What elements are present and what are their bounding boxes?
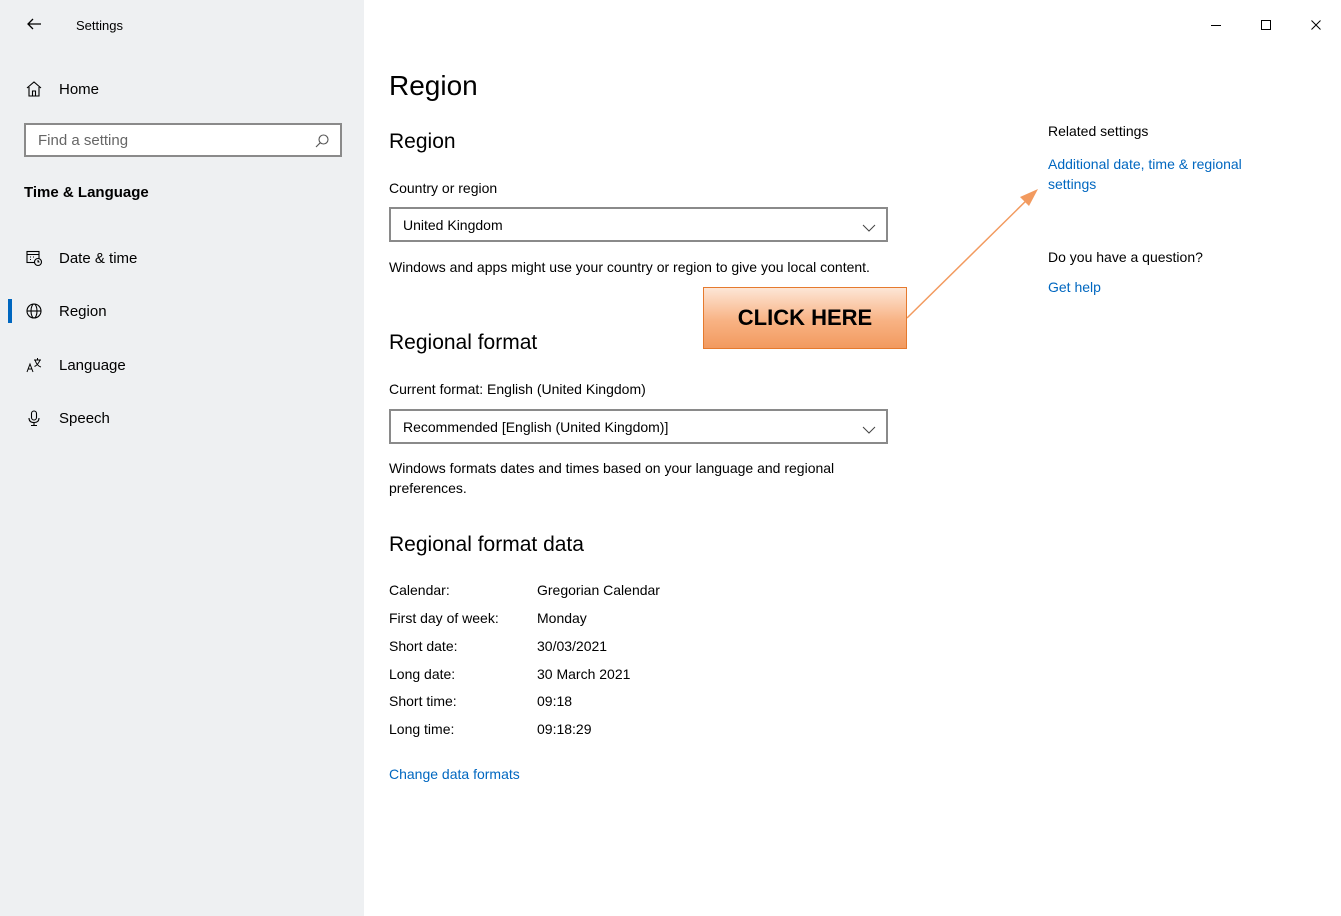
format-data-key: Long date:: [389, 666, 456, 682]
home-icon: [24, 79, 44, 99]
current-format-label: Current format: English (United Kingdom): [389, 381, 646, 397]
format-data-key: Short time:: [389, 693, 457, 709]
change-data-formats-link[interactable]: Change data formats: [389, 766, 520, 782]
get-help-link[interactable]: Get help: [1048, 279, 1308, 295]
format-data-value: 30/03/2021: [537, 638, 608, 654]
sidebar-item-date-time[interactable]: Date & time: [24, 246, 137, 270]
sidebar: Settings Home Find a setting Time & Lang…: [0, 0, 364, 916]
format-data-key: Calendar:: [389, 582, 450, 598]
sidebar-item-language[interactable]: Language: [24, 353, 126, 377]
minimize-icon[interactable]: [1191, 0, 1241, 50]
format-data-value: 09:18: [537, 693, 573, 709]
sidebar-item-label: Language: [59, 356, 126, 374]
search-placeholder: Find a setting: [38, 132, 129, 149]
format-value: Recommended [English (United Kingdom)]: [403, 419, 669, 435]
format-description: Windows formats dates and times based on…: [389, 460, 835, 496]
click-here-callout: CLICK HERE: [703, 287, 907, 349]
annotation-arrow: [906, 189, 1038, 319]
additional-date-time-regional-link[interactable]: Additional date, time & regional setting…: [1048, 154, 1308, 194]
search-input[interactable]: Find a setting: [24, 123, 342, 157]
sidebar-section-title: Time & Language: [24, 184, 149, 201]
format-dropdown[interactable]: Recommended [English (United Kingdom)]: [389, 409, 888, 444]
chevron-down-icon: [862, 220, 876, 232]
window-controls: [1191, 0, 1341, 50]
sidebar-item-label: Date & time: [59, 249, 138, 267]
sidebar-item-label: Home: [59, 80, 100, 98]
format-data-key: First day of week:: [389, 610, 499, 626]
window-title: Settings: [76, 18, 123, 33]
country-value: United Kingdom: [403, 217, 503, 233]
close-icon[interactable]: [1291, 0, 1341, 50]
calendar-clock-icon: [24, 248, 44, 268]
chevron-down-icon: [862, 422, 876, 434]
region-heading: Region: [389, 130, 456, 153]
maximize-icon[interactable]: [1241, 0, 1291, 50]
sidebar-item-home[interactable]: Home: [24, 77, 99, 101]
microphone-icon: [24, 408, 44, 428]
format-data-value: Gregorian Calendar: [537, 582, 660, 598]
country-description: Windows and apps might use your country …: [389, 259, 870, 275]
country-dropdown[interactable]: United Kingdom: [389, 207, 888, 242]
language-icon: [24, 355, 44, 375]
format-data-value: 30 March 2021: [537, 666, 631, 682]
sidebar-item-label: Region: [59, 302, 107, 320]
related-settings-heading: Related settings: [1048, 123, 1149, 139]
format-data-heading: Regional format data: [389, 533, 584, 556]
format-data-key: Short date:: [389, 638, 458, 654]
sidebar-item-label: Speech: [59, 409, 110, 427]
sidebar-item-speech[interactable]: Speech: [24, 406, 110, 430]
search-icon[interactable]: [314, 133, 330, 149]
format-data-key: Long time:: [389, 721, 455, 737]
format-data-value: Monday: [537, 610, 587, 626]
regional-format-heading: Regional format: [389, 331, 538, 354]
globe-icon: [24, 301, 44, 321]
sidebar-item-region[interactable]: Region: [24, 299, 107, 323]
country-label: Country or region: [389, 180, 498, 196]
link-line-1: Additional date, time & regional: [1048, 156, 1242, 172]
active-indicator: [8, 299, 12, 323]
back-arrow-icon[interactable]: [24, 14, 44, 34]
format-data-value: 09:18:29: [537, 721, 592, 737]
question-heading: Do you have a question?: [1048, 249, 1203, 265]
page-title: Region: [389, 70, 478, 101]
